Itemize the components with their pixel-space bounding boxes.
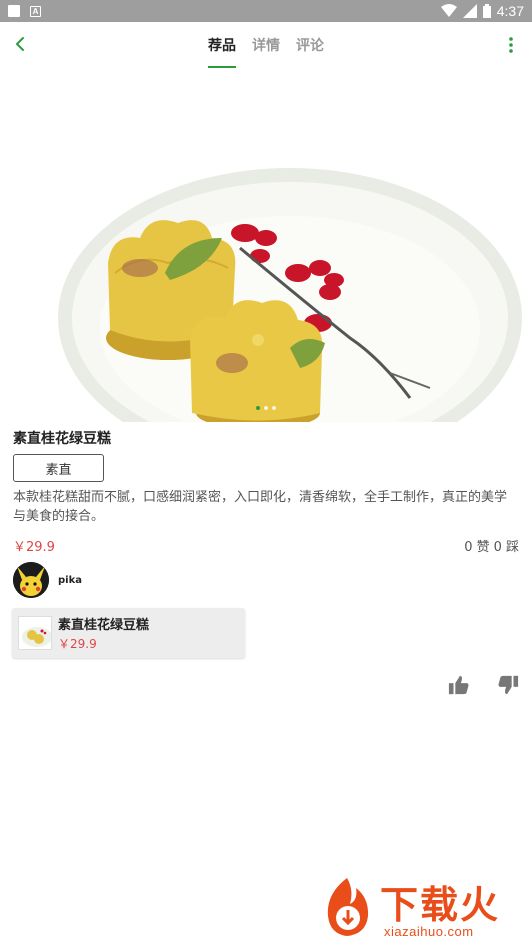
vote-summary: 0 赞 0 踩: [464, 536, 519, 555]
wifi-icon: [440, 4, 457, 17]
avatar[interactable]: [13, 562, 49, 598]
product-price: ￥29.9: [13, 540, 55, 555]
linked-product-card[interactable]: 素直桂花绿豆糕 ￥29.9: [12, 608, 245, 658]
watermark-logo-icon: [327, 878, 369, 936]
linked-product-thumbnail: [18, 616, 52, 650]
brand-tag-button[interactable]: 素直: [13, 454, 104, 482]
product-description: 本款桂花糕甜而不腻，口感细润紧密，入口即化，清香绵软，全手工制作，真正的美学与美…: [13, 490, 508, 524]
top-nav: 荐品 详情 评论: [0, 22, 532, 68]
notification-icon: [8, 5, 20, 17]
thumbs-down-icon[interactable]: [497, 674, 519, 696]
status-bar: A 4:37: [0, 0, 532, 22]
thumbs-up-icon[interactable]: [448, 674, 470, 696]
watermark-url: xiazaihuo.com: [384, 924, 474, 939]
carousel-dot-active: [256, 406, 260, 410]
linked-product-price: ￥29.9: [58, 637, 97, 651]
battery-icon: [482, 4, 491, 18]
pikachu-avatar-image: [13, 562, 49, 598]
tab-details[interactable]: 详情: [252, 22, 280, 68]
likes-count: 0 赞: [464, 540, 490, 555]
carousel-dot: [264, 406, 268, 410]
carousel-indicator: [0, 406, 532, 410]
author-name[interactable]: pika: [58, 575, 82, 586]
thumbnail-image: [19, 617, 51, 649]
app-notification-icon: A: [30, 5, 41, 17]
tab-comments[interactable]: 评论: [296, 22, 324, 68]
status-time: 4:37: [496, 3, 524, 19]
tab-recommend[interactable]: 荐品: [208, 22, 236, 68]
product-image-carousel[interactable]: [0, 68, 532, 422]
more-vertical-icon[interactable]: [508, 34, 514, 56]
product-photo: [0, 68, 532, 422]
tab-bar: 荐品 详情 评论: [0, 22, 532, 68]
linked-product-title: 素直桂花绿豆糕: [58, 618, 150, 633]
carousel-dot: [272, 406, 276, 410]
watermark-brand: 下载火: [380, 883, 501, 927]
author-row[interactable]: pika: [13, 562, 82, 598]
signal-icon: [462, 4, 477, 18]
product-title: 素直桂花绿豆糕: [13, 431, 111, 447]
dislikes-count: 0 踩: [493, 540, 519, 555]
watermark: 下载火 xiazaihuo.com: [310, 872, 532, 944]
